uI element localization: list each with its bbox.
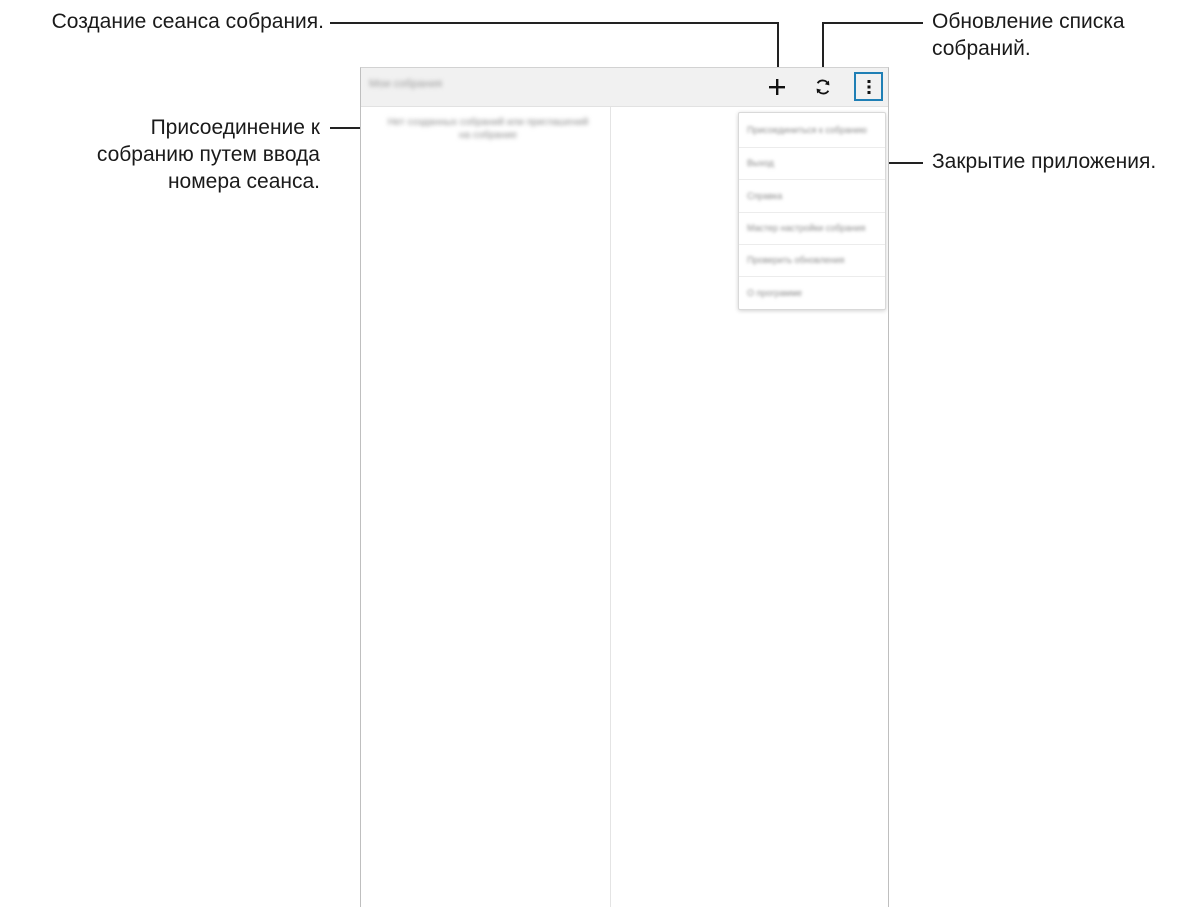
empty-list-message: Нет созданных собраний или приглашений н… <box>387 117 589 141</box>
callout-refresh-line-1: Обновление списка <box>932 10 1125 33</box>
action-bar: Мои собрания <box>361 68 888 107</box>
more-vert-icon <box>866 79 872 95</box>
menu-item-exit[interactable]: Выход <box>739 148 885 180</box>
refresh-icon <box>814 78 832 96</box>
callout-refresh-line-2: собраний. <box>932 37 1031 60</box>
leader-refresh-list <box>822 22 923 24</box>
app-screen: Мои собрания Нет созданных собраний или … <box>360 67 889 907</box>
menu-item-join-session[interactable]: Присоединиться к собранию <box>739 113 885 148</box>
menu-item-label: О программе <box>747 287 803 298</box>
menu-item-label: Мастер настройки собрания <box>747 223 866 233</box>
menu-item-label: Присоединиться к собранию <box>747 124 867 135</box>
menu-item-label: Выход <box>747 158 774 168</box>
add-session-button[interactable] <box>761 71 793 103</box>
menu-item-setup-wizard[interactable]: Мастер настройки собрания <box>739 213 885 245</box>
menu-item-label: Справка <box>747 190 783 201</box>
action-bar-title: Мои собрания <box>369 78 443 90</box>
leader-create-session-drop <box>777 22 779 70</box>
menu-item-check-updates[interactable]: Проверить обновления <box>739 245 885 277</box>
leader-create-session <box>330 22 779 24</box>
callout-join-line-3: номера сеанса. <box>167 170 320 193</box>
callout-join-line-2: собранию путем ввода <box>96 143 320 166</box>
leader-refresh-drop <box>822 22 824 70</box>
callout-join-line-1: Присоединение к <box>150 116 320 139</box>
more-options-button[interactable] <box>854 72 883 101</box>
menu-item-help[interactable]: Справка <box>739 180 885 213</box>
menu-item-about[interactable]: О программе <box>739 277 885 309</box>
callout-close-app: Закрытие приложения. <box>932 150 1157 173</box>
callout-create-session: Создание сеанса собрания. <box>51 10 324 33</box>
overflow-menu: Присоединиться к собранию Выход Справка … <box>738 112 886 310</box>
plus-icon <box>768 78 786 96</box>
refresh-list-button[interactable] <box>807 71 839 103</box>
pane-divider <box>610 107 611 907</box>
menu-item-label: Проверить обновления <box>747 255 845 265</box>
callout-refresh-list: Обновление списка собраний. <box>932 8 1125 62</box>
callout-join-session: Присоединение к собранию путем ввода ном… <box>97 114 320 195</box>
